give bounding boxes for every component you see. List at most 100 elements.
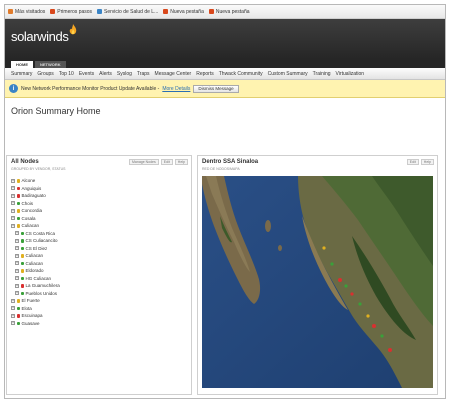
menu-item-alerts[interactable]: Alerts xyxy=(99,71,112,77)
menu-item-events[interactable]: Events xyxy=(79,71,94,77)
map-node-marker[interactable] xyxy=(330,262,334,266)
bookmark-item[interactable]: Más visitados xyxy=(8,9,45,15)
tree-node[interactable]: + Escuinapa xyxy=(11,312,191,320)
expand-icon[interactable]: + xyxy=(11,193,15,198)
expand-icon[interactable]: + xyxy=(11,298,15,303)
expand-icon[interactable]: + xyxy=(11,178,15,183)
tree-node[interactable]: + Eldorado xyxy=(11,267,191,275)
menu-item-reports[interactable]: Reports xyxy=(196,71,214,77)
bookmark-item[interactable]: Primeros pasos xyxy=(50,9,92,15)
tree-node[interactable]: + Elota xyxy=(11,305,191,313)
more-details-link[interactable]: More Details xyxy=(162,86,190,92)
map-node-marker[interactable] xyxy=(322,246,326,250)
expand-icon[interactable]: + xyxy=(15,238,19,243)
info-icon: i xyxy=(9,84,18,93)
menu-item-groups[interactable]: Groups xyxy=(37,71,53,77)
tree-node-label: Culiacan xyxy=(25,253,44,259)
map-node-marker[interactable] xyxy=(358,302,362,306)
tree-node[interactable]: + El Fuerte xyxy=(11,297,191,305)
menu-item-traps[interactable]: Traps xyxy=(137,71,150,77)
module-tabs: HOME NETWORK xyxy=(5,59,445,68)
menu-item-virtualization[interactable]: Virtualization xyxy=(336,71,365,77)
tree-node-label: Eldorado xyxy=(25,268,44,274)
bookmark-item[interactable]: Servicio de Salud de L... xyxy=(97,9,158,15)
manage-nodes-button[interactable]: Manage Nodes xyxy=(129,159,159,165)
tree-node-label: Concordia xyxy=(21,208,43,214)
expand-icon[interactable]: + xyxy=(11,186,15,191)
status-icon xyxy=(20,276,24,280)
expand-icon[interactable]: + xyxy=(11,223,15,228)
tree-node[interactable]: + HG Culiacan xyxy=(11,275,191,283)
map-node-marker[interactable] xyxy=(380,334,384,338)
menu-item-summary[interactable]: Summary xyxy=(11,71,32,77)
tree-node[interactable]: + Culiacan xyxy=(11,222,191,230)
dismiss-message-button[interactable]: Dismiss Message xyxy=(193,84,239,93)
map-node-marker[interactable] xyxy=(338,278,342,282)
tree-node[interactable]: + Cosala xyxy=(11,215,191,223)
tree-node[interactable]: + Anguiquis xyxy=(11,185,191,193)
menu-item-thwack-community[interactable]: Thwack Community xyxy=(219,71,263,77)
menu-item-training[interactable]: Training xyxy=(313,71,331,77)
tree-node[interactable]: + Guasave xyxy=(11,320,191,328)
expand-icon[interactable]: + xyxy=(15,291,19,296)
status-icon xyxy=(16,306,20,310)
status-icon xyxy=(20,291,24,295)
expand-icon[interactable]: + xyxy=(15,283,19,288)
tree-node[interactable]: + Concordia xyxy=(11,207,191,215)
expand-icon[interactable]: + xyxy=(11,306,15,311)
expand-icon[interactable]: + xyxy=(11,208,15,213)
tree-node[interactable]: + CS Culiacancito xyxy=(11,237,191,245)
edit-button[interactable]: Edit xyxy=(406,159,419,165)
menu-item-message-center[interactable]: Message Center xyxy=(155,71,192,77)
expand-icon[interactable]: + xyxy=(11,321,15,326)
tree-node[interactable]: + Culiacan xyxy=(11,260,191,268)
help-button[interactable]: Help xyxy=(174,159,188,165)
tree-node-label: Guasave xyxy=(21,320,40,326)
edit-button[interactable]: Edit xyxy=(160,159,173,165)
status-icon xyxy=(16,321,20,325)
expand-icon[interactable]: + xyxy=(15,268,19,273)
menu-item-syslog[interactable]: Syslog xyxy=(117,71,132,77)
tree-node[interactable]: + La Guamuchilera xyxy=(11,282,191,290)
bookmark-item[interactable]: Nueva pestaña xyxy=(163,9,204,15)
satellite-map[interactable] xyxy=(202,176,433,388)
help-button[interactable]: Help xyxy=(420,159,434,165)
expand-icon[interactable]: + xyxy=(15,253,19,258)
tree-node[interactable]: + CS Costa Rica xyxy=(11,230,191,238)
tree-node[interactable]: + Culiacan xyxy=(11,252,191,260)
tree-node[interactable]: + CS El Diez xyxy=(11,245,191,253)
tree-node[interactable]: + Pueblos Unidos xyxy=(11,290,191,298)
tree-node[interactable]: + Badiraguato xyxy=(11,192,191,200)
map-node-marker[interactable] xyxy=(344,284,348,288)
tree-node[interactable]: + Chois xyxy=(11,200,191,208)
solarwinds-logo[interactable]: solarwinds xyxy=(11,29,69,44)
tab-network[interactable]: NETWORK xyxy=(35,61,66,68)
map-node-marker[interactable] xyxy=(350,292,354,296)
tree-node[interactable]: + Alcone xyxy=(11,177,191,185)
bookmarks-bar: Más visitados Primeros pasos Servicio de S… xyxy=(5,5,445,19)
expand-icon[interactable]: + xyxy=(15,246,19,251)
status-icon xyxy=(20,239,24,243)
panel-subtitle: Grouped by Vendor, Status xyxy=(11,167,66,171)
status-icon xyxy=(16,201,20,205)
tree-node-label: CS El Diez xyxy=(25,245,48,251)
menu-item-custom-summary[interactable]: Custom Summary xyxy=(268,71,308,77)
map-node-marker[interactable] xyxy=(388,348,392,352)
map-node-marker[interactable] xyxy=(366,314,370,318)
map-node-marker[interactable] xyxy=(372,324,376,328)
expand-icon[interactable]: + xyxy=(15,276,19,281)
expand-icon[interactable]: + xyxy=(11,201,15,206)
tab-home[interactable]: HOME xyxy=(11,61,33,68)
all-nodes-panel: All Nodes Grouped by Vendor, Status Mana… xyxy=(6,155,192,395)
bookmark-item[interactable]: Nueva pestaña xyxy=(208,9,250,15)
tree-node-label: Chois xyxy=(21,200,34,206)
bookmark-label: Nueva pestaña xyxy=(170,8,204,15)
expand-icon[interactable]: + xyxy=(15,261,19,266)
expand-icon[interactable]: + xyxy=(15,231,19,236)
main-menu: Summary Groups Top 10 Events Alerts Syslog Tra… xyxy=(5,68,445,80)
status-icon xyxy=(16,186,20,190)
expand-icon[interactable]: + xyxy=(11,313,15,318)
menu-item-top-10[interactable]: Top 10 xyxy=(59,71,74,77)
expand-icon[interactable]: + xyxy=(11,216,15,221)
status-icon xyxy=(16,209,20,213)
